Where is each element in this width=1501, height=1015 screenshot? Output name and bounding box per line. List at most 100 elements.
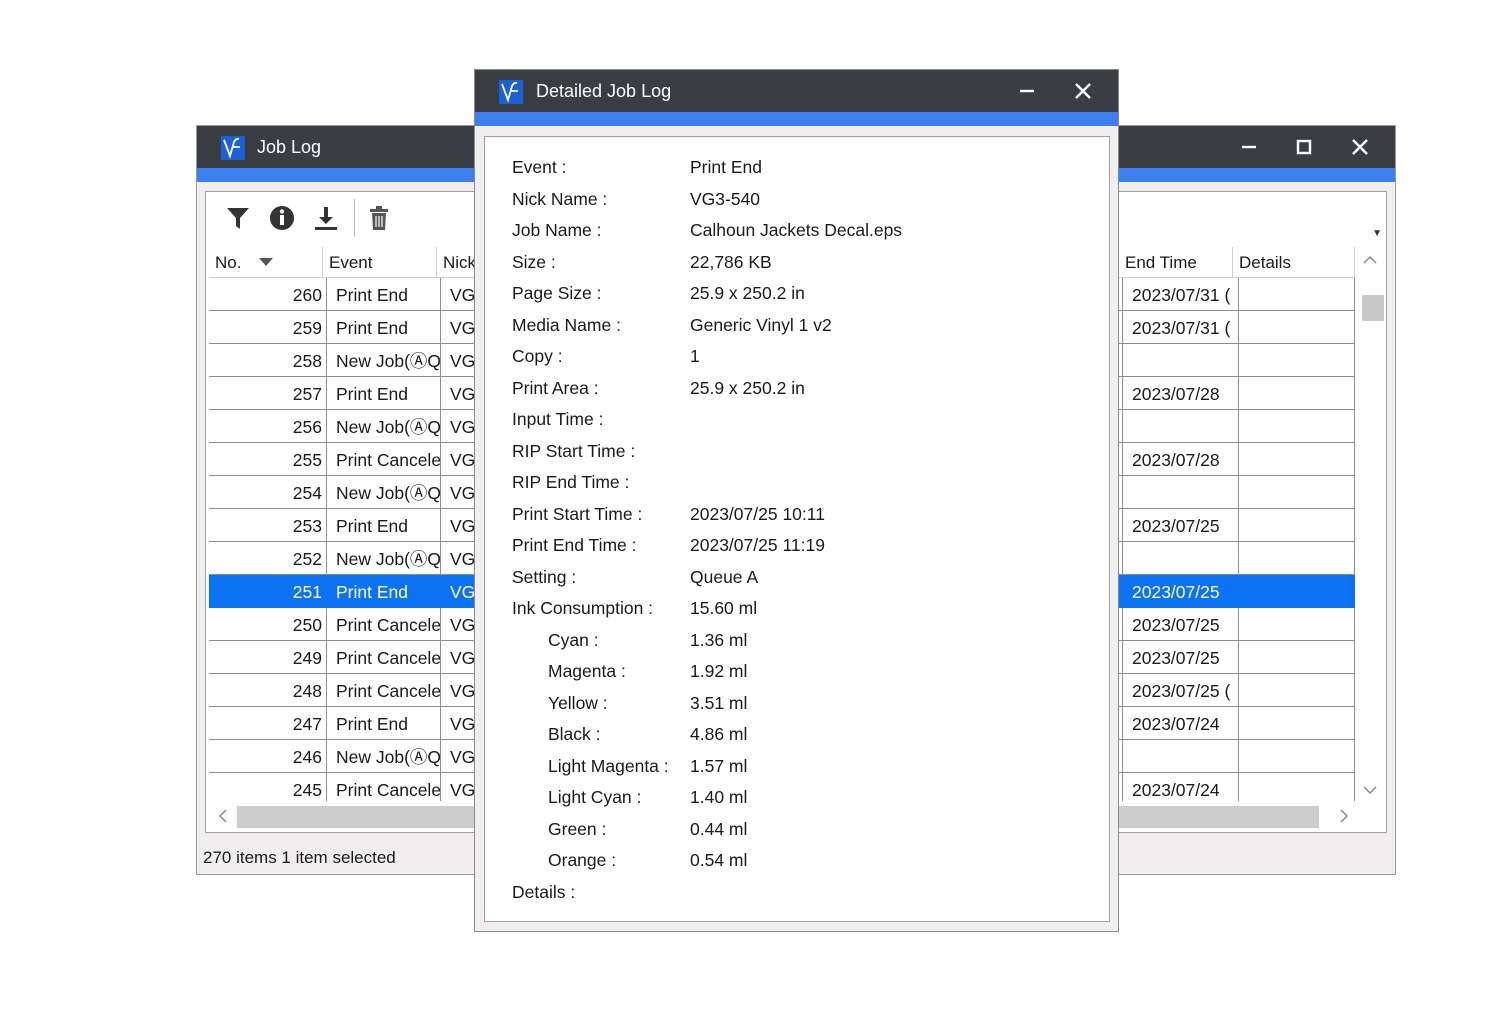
cell-no: 252 — [209, 542, 327, 575]
cell-no: 256 — [209, 410, 327, 443]
close-icon — [1075, 83, 1091, 99]
column-header-end-time[interactable]: End Time — [1119, 247, 1233, 277]
cell-event: Print Cancele — [327, 641, 441, 674]
detail-field-value: 1.40 ml — [690, 787, 748, 807]
scroll-left-icon[interactable] — [218, 809, 228, 823]
app-logo-icon — [499, 80, 523, 104]
cell-event: Print End — [327, 278, 441, 311]
app-logo-icon — [221, 136, 245, 160]
cell-end-time: 2023/07/31 ( — [1123, 278, 1239, 311]
cell-details — [1239, 476, 1355, 509]
detail-field-value: 2023/07/25 11:19 — [690, 535, 825, 555]
close-button[interactable] — [1340, 126, 1380, 168]
cell-end-time: 2023/07/25 — [1123, 509, 1239, 542]
detail-field-label: Light Magenta : — [548, 755, 669, 776]
cell-event: Print End — [327, 377, 441, 410]
cell-event: Print End — [327, 707, 441, 740]
cell-no: 249 — [209, 641, 327, 674]
cell-details — [1239, 377, 1355, 410]
cell-event: New Job(ⒶQ — [327, 740, 441, 773]
detail-field-label: Cyan : — [548, 629, 599, 650]
info-icon — [270, 206, 294, 230]
cell-details — [1239, 344, 1355, 377]
column-no-label: No. — [215, 253, 242, 272]
detail-field-value: Print End — [690, 157, 762, 177]
detail-close-button[interactable] — [1063, 70, 1103, 112]
scroll-up-icon[interactable] — [1363, 255, 1377, 265]
detail-field-value: 4.86 ml — [690, 724, 748, 744]
detail-minimize-button[interactable] — [1007, 70, 1047, 112]
detail-field-label: Setting : — [512, 566, 577, 587]
cell-event: Print Cancele — [327, 608, 441, 641]
scroll-right-icon[interactable] — [1339, 809, 1349, 823]
detail-panel: Event : Print End Nick Name : VG3-540 Job Na… — [484, 136, 1110, 922]
vertical-scroll-thumb[interactable] — [1362, 295, 1384, 321]
detail-field-label: Media Name : — [512, 314, 621, 335]
cell-details — [1239, 542, 1355, 575]
cell-details — [1239, 509, 1355, 542]
detail-field-value: 3.51 ml — [690, 692, 748, 713]
detail-field-label: Size : — [512, 251, 556, 272]
detail-field-label: Details : — [512, 881, 576, 902]
detail-field-value: Generic Vinyl 1 v2 — [690, 314, 832, 335]
detailed-job-log-window: Detailed Job Log Event : Print End Nick Na… — [474, 69, 1119, 932]
detail-field-label: Event : — [512, 157, 567, 177]
detail-field-label: Light Cyan : — [548, 787, 642, 807]
detail-field-value: 15.60 ml — [690, 598, 758, 618]
cell-no: 255 — [209, 443, 327, 476]
scroll-down-icon[interactable] — [1363, 785, 1377, 795]
export-button[interactable] — [304, 196, 348, 240]
cell-end-time: 2023/07/28 — [1123, 377, 1239, 410]
info-button[interactable] — [260, 196, 304, 240]
cell-end-time: 2023/07/24 — [1123, 773, 1239, 801]
cell-details — [1239, 740, 1355, 773]
minimize-button[interactable] — [1229, 126, 1269, 168]
cell-end-time — [1123, 740, 1239, 773]
detail-field-label: Orange : — [548, 850, 617, 870]
cell-no: 254 — [209, 476, 327, 509]
filter-button[interactable] — [216, 196, 260, 240]
detail-field-label: Print Area : — [512, 377, 599, 398]
detail-field-label: Yellow : — [548, 692, 608, 713]
detail-title: Detailed Job Log — [536, 81, 672, 101]
cell-end-time: 2023/07/25 — [1123, 641, 1239, 674]
delete-icon — [370, 206, 388, 230]
detail-field-label: Print End Time : — [512, 535, 637, 555]
cell-event: Print End — [327, 575, 441, 608]
cell-end-time: 2023/07/25 — [1123, 575, 1239, 608]
toolbar-overflow-icon[interactable]: ▼ — [1372, 228, 1382, 239]
maximize-button[interactable] — [1284, 126, 1324, 168]
cell-event: New Job(ⒶQ — [327, 476, 441, 509]
download-icon — [315, 207, 337, 230]
column-header-no[interactable]: No. — [209, 247, 323, 277]
detail-titlebar[interactable]: Detailed Job Log — [475, 70, 1118, 112]
delete-button[interactable] — [361, 196, 397, 240]
cell-event: New Job(ⒶQ — [327, 344, 441, 377]
cell-details — [1239, 443, 1355, 476]
cell-no: 251 — [209, 575, 327, 608]
cell-no: 253 — [209, 509, 327, 542]
column-header-event[interactable]: Event — [323, 247, 437, 277]
detail-field-label: RIP Start Time : — [512, 440, 636, 461]
detail-field-label: Copy : — [512, 346, 563, 366]
detail-field-label: Black : — [548, 724, 601, 744]
cell-end-time: 2023/07/25 — [1123, 608, 1239, 641]
cell-event: Print End — [327, 311, 441, 344]
close-icon — [1352, 139, 1368, 155]
column-header-details[interactable]: Details — [1233, 247, 1355, 277]
cell-end-time — [1123, 476, 1239, 509]
cell-no: 247 — [209, 707, 327, 740]
cell-event: New Job(ⒶQ — [327, 410, 441, 443]
detail-field-value: 25.9 x 250.2 in — [690, 377, 805, 398]
vertical-scrollbar[interactable] — [1356, 247, 1384, 801]
cell-end-time — [1123, 410, 1239, 443]
detail-field-label: Green : — [548, 818, 607, 839]
detail-field-value: 0.54 ml — [690, 850, 748, 870]
detail-field-value: 22,786 KB — [690, 251, 772, 272]
cell-no: 248 — [209, 674, 327, 707]
sort-desc-icon — [259, 258, 273, 266]
minimize-icon — [1020, 89, 1034, 93]
cell-details — [1239, 707, 1355, 740]
toolbar — [216, 196, 397, 240]
detail-field-value: 0.44 ml — [690, 818, 748, 839]
